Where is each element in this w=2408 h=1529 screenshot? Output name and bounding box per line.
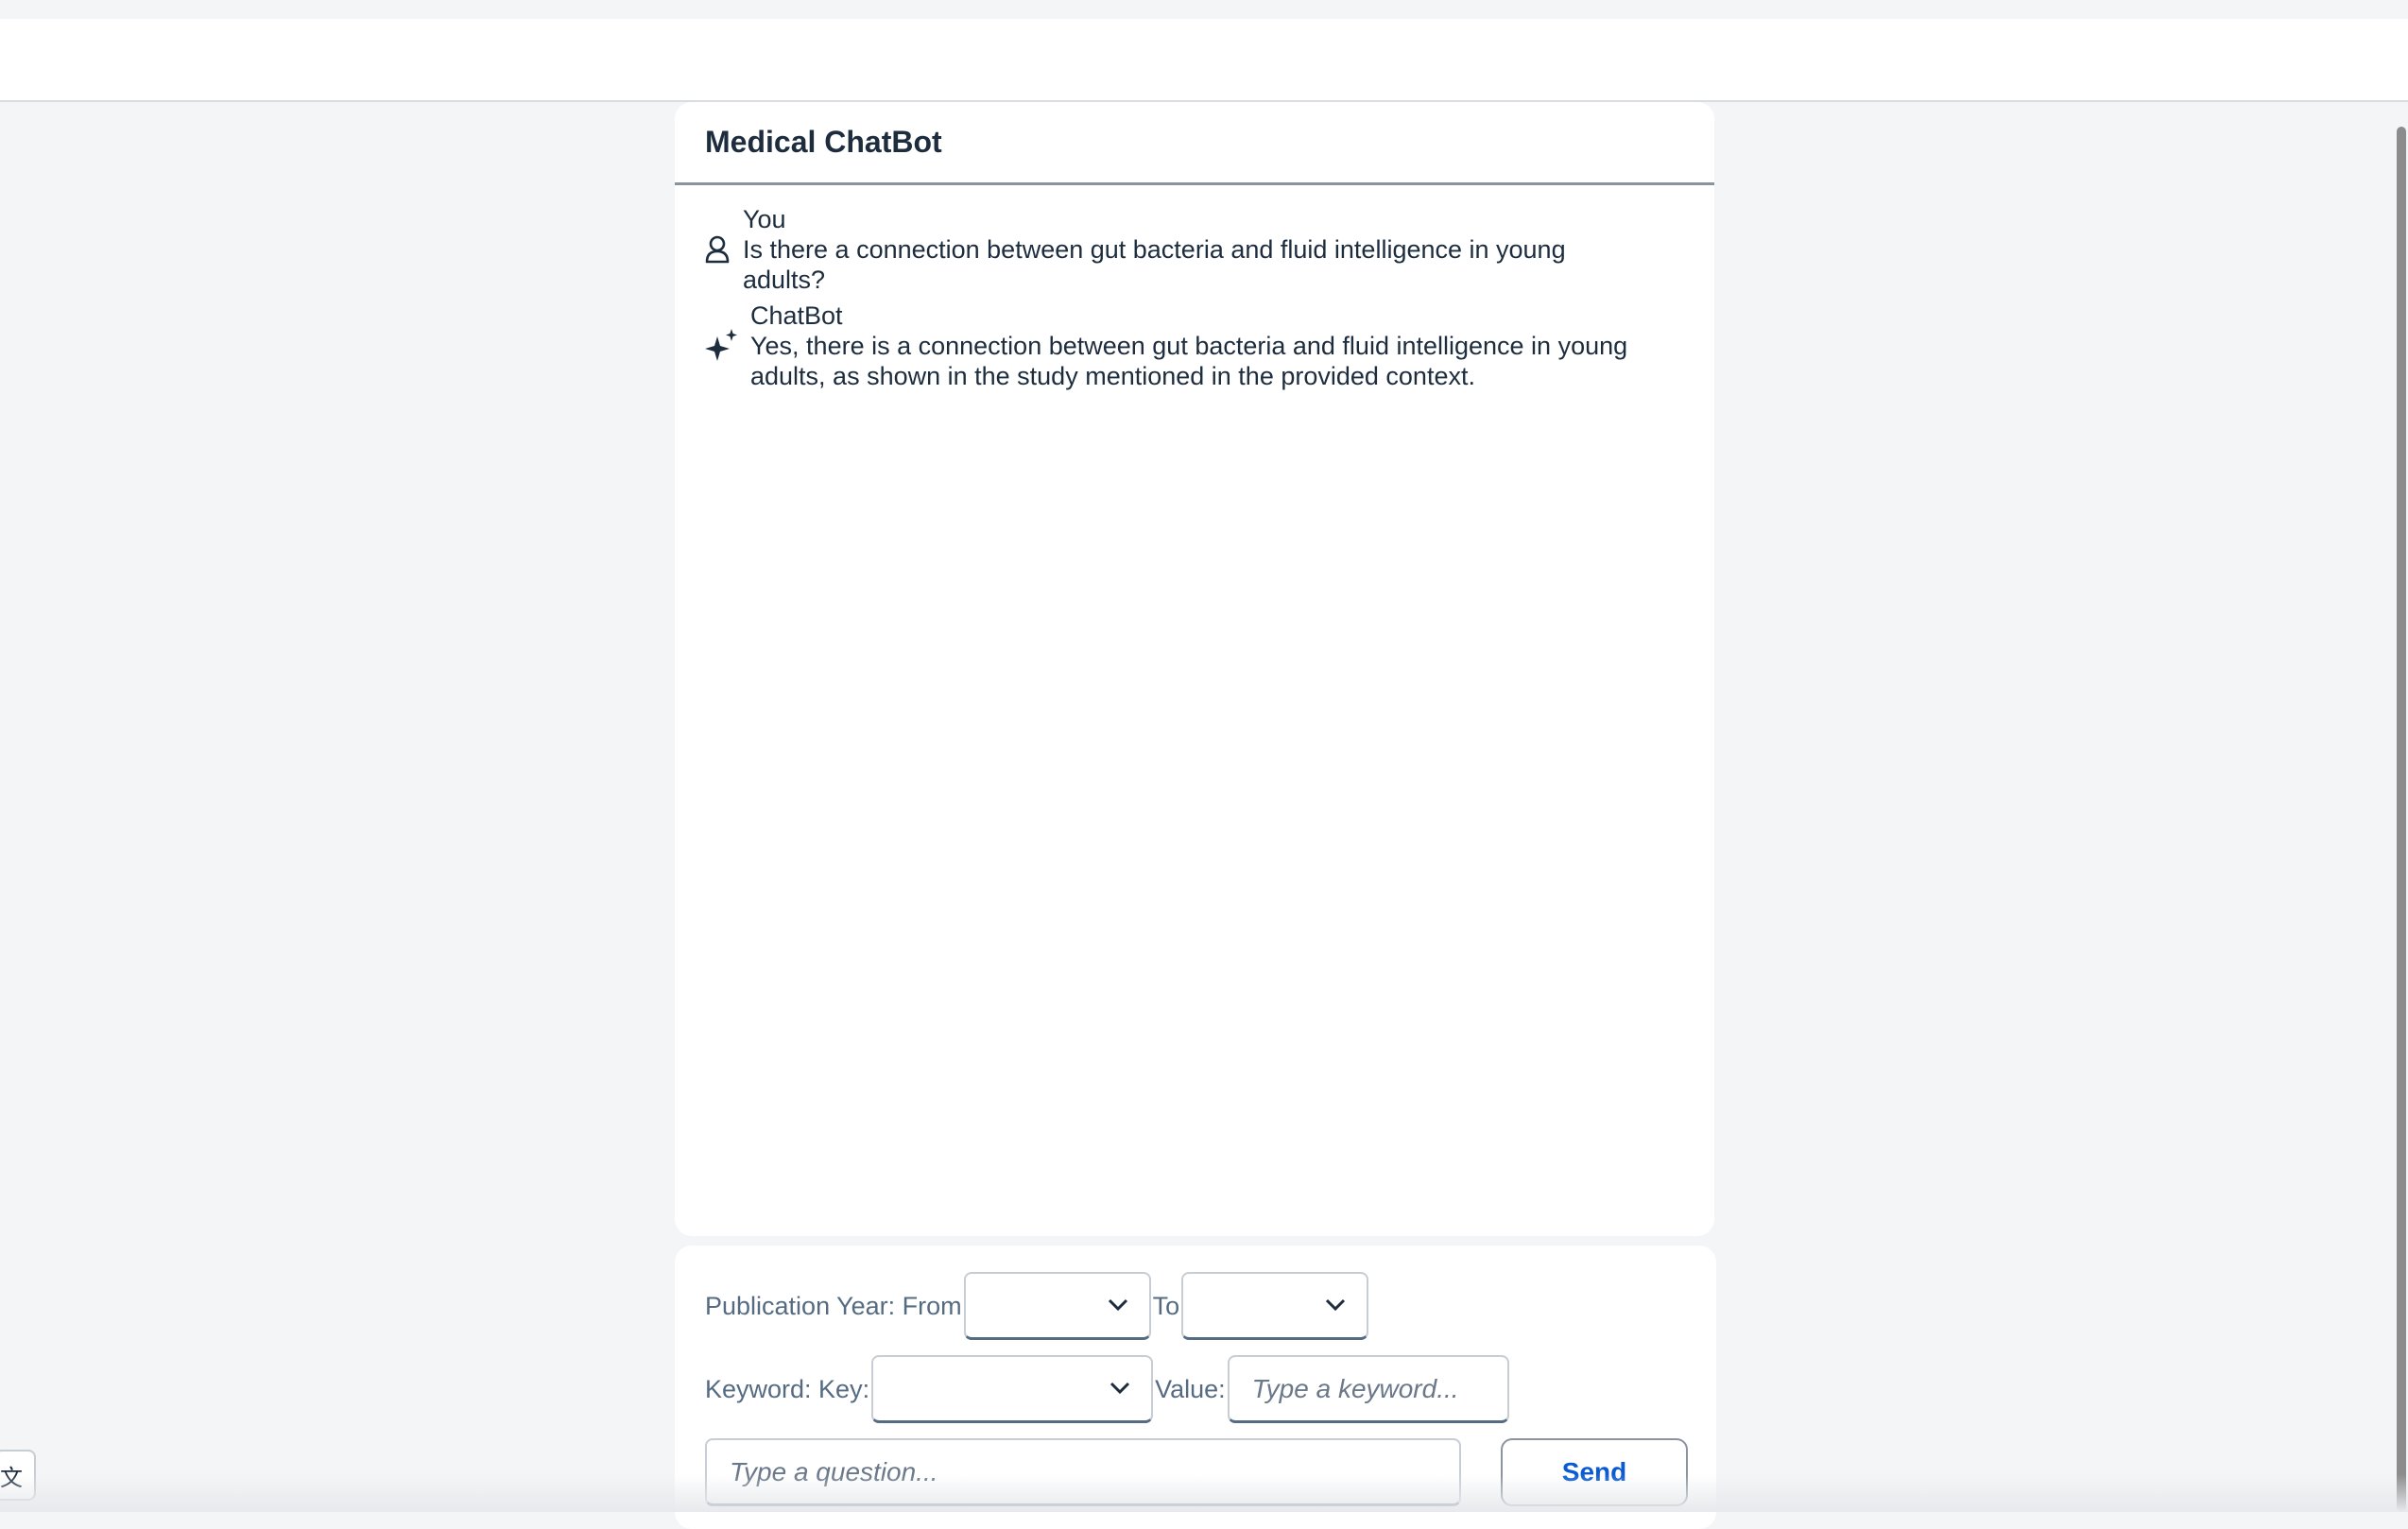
- bot-message: ChatBot Yes, there is a connection betwe…: [705, 301, 1684, 391]
- message-author: ChatBot: [750, 301, 843, 330]
- app-header-bar: [0, 19, 2408, 102]
- chevron-down-icon: [1108, 1298, 1128, 1316]
- send-button[interactable]: Send: [1501, 1438, 1688, 1506]
- user-icon: [705, 231, 743, 268]
- message-text: Yes, there is a connection between gut b…: [750, 332, 1628, 390]
- filter-panel: Publication Year: From To Keyword: Key: …: [675, 1246, 1716, 1529]
- top-strip: [0, 0, 2408, 19]
- year-to-label: To: [1152, 1291, 1180, 1320]
- keyword-key-label: Keyword: Key:: [705, 1374, 870, 1403]
- user-message: You Is there a connection between gut ba…: [705, 204, 1684, 295]
- publication-year-row: Publication Year: From To: [705, 1272, 1369, 1340]
- chevron-down-icon: [1325, 1298, 1346, 1316]
- keyword-row: Keyword: Key: Value:: [705, 1355, 1509, 1423]
- message-list: You Is there a connection between gut ba…: [675, 185, 1714, 391]
- year-from-select[interactable]: [963, 1272, 1151, 1340]
- side-tab-label: 文: [0, 1465, 23, 1491]
- bot-message-body: ChatBot Yes, there is a connection betwe…: [750, 301, 1677, 391]
- chat-header: Medical ChatBot: [675, 102, 1714, 185]
- keyword-input[interactable]: [1227, 1355, 1509, 1423]
- user-message-body: You Is there a connection between gut ba…: [743, 204, 1650, 295]
- message-author: You: [743, 205, 786, 233]
- message-text: Is there a connection between gut bacter…: [743, 235, 1566, 294]
- chevron-down-icon: [1109, 1382, 1130, 1400]
- keyword-value-label: Value:: [1155, 1374, 1226, 1403]
- publication-year-label: Publication Year: From: [705, 1291, 962, 1320]
- sparkle-icon: [705, 327, 750, 365]
- chat-title: Medical ChatBot: [705, 125, 942, 159]
- question-input[interactable]: [705, 1438, 1461, 1506]
- chat-panel: Medical ChatBot You Is there a connectio…: [675, 102, 1714, 1236]
- question-row: Send: [705, 1438, 1688, 1506]
- side-tab[interactable]: 文: [0, 1450, 36, 1501]
- scrollbar-thumb[interactable]: [2397, 127, 2406, 1512]
- year-to-select[interactable]: [1181, 1272, 1369, 1340]
- keyword-key-select[interactable]: [871, 1355, 1154, 1423]
